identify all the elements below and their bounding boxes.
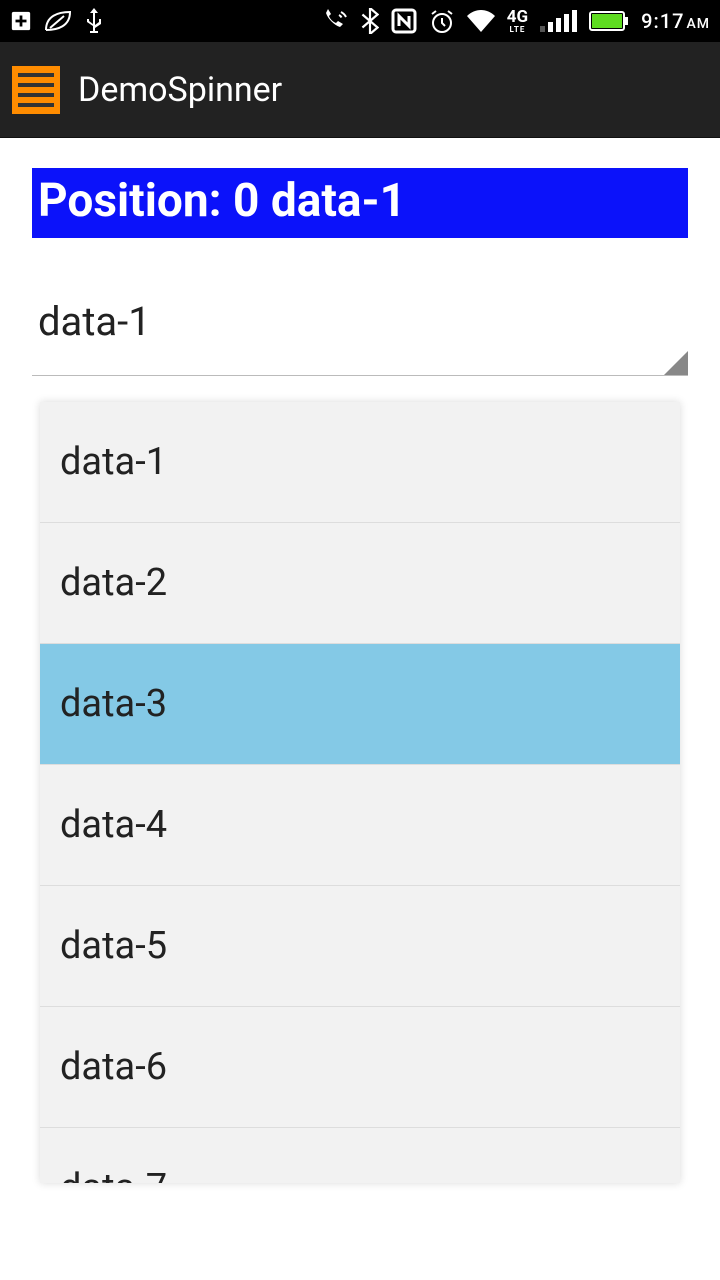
action-bar: DemoSpinner [0,42,720,138]
dropdown-item[interactable]: data-1 [40,402,680,523]
status-clock: 9:17 AM [641,9,710,33]
status-right-group: 4G LTE 9:17 AM [321,8,710,34]
network-4g-label: 4G [507,9,528,26]
status-left-group [10,8,104,34]
mobile-network-icon: 4G LTE [507,9,528,34]
leaf-icon [44,10,72,32]
spinner-control[interactable]: data-1 [32,268,688,376]
plus-badge-icon [10,10,32,32]
dropdown-item[interactable]: data-5 [40,886,680,1007]
dropdown-item[interactable]: data-6 [40,1007,680,1128]
nfc-icon [391,8,417,34]
app-title: DemoSpinner [78,70,282,110]
dropdown-item[interactable]: data-2 [40,523,680,644]
dropdown-item[interactable]: data-4 [40,765,680,886]
position-banner: Position: 0 data-1 [32,168,688,238]
clock-time: 9:17 [641,9,684,33]
spinner-dropdown: data-1 data-2 data-3 data-4 data-5 data-… [40,402,680,1183]
signal-strength-icon [540,10,577,32]
battery-icon [589,11,629,31]
spinner-selected-value: data-1 [38,298,151,345]
wifi-icon [467,10,495,32]
clock-period: AM [686,16,710,32]
alarm-icon [429,8,455,34]
dropdown-item[interactable]: data-3 [40,644,680,765]
network-lte-label: LTE [509,26,525,34]
status-bar: 4G LTE 9:17 AM [0,0,720,42]
dropdown-item[interactable]: data-7 [40,1128,680,1183]
app-launcher-icon[interactable] [12,66,60,114]
phone-call-icon [321,9,349,33]
usb-icon [84,8,104,34]
bluetooth-icon [361,8,379,34]
